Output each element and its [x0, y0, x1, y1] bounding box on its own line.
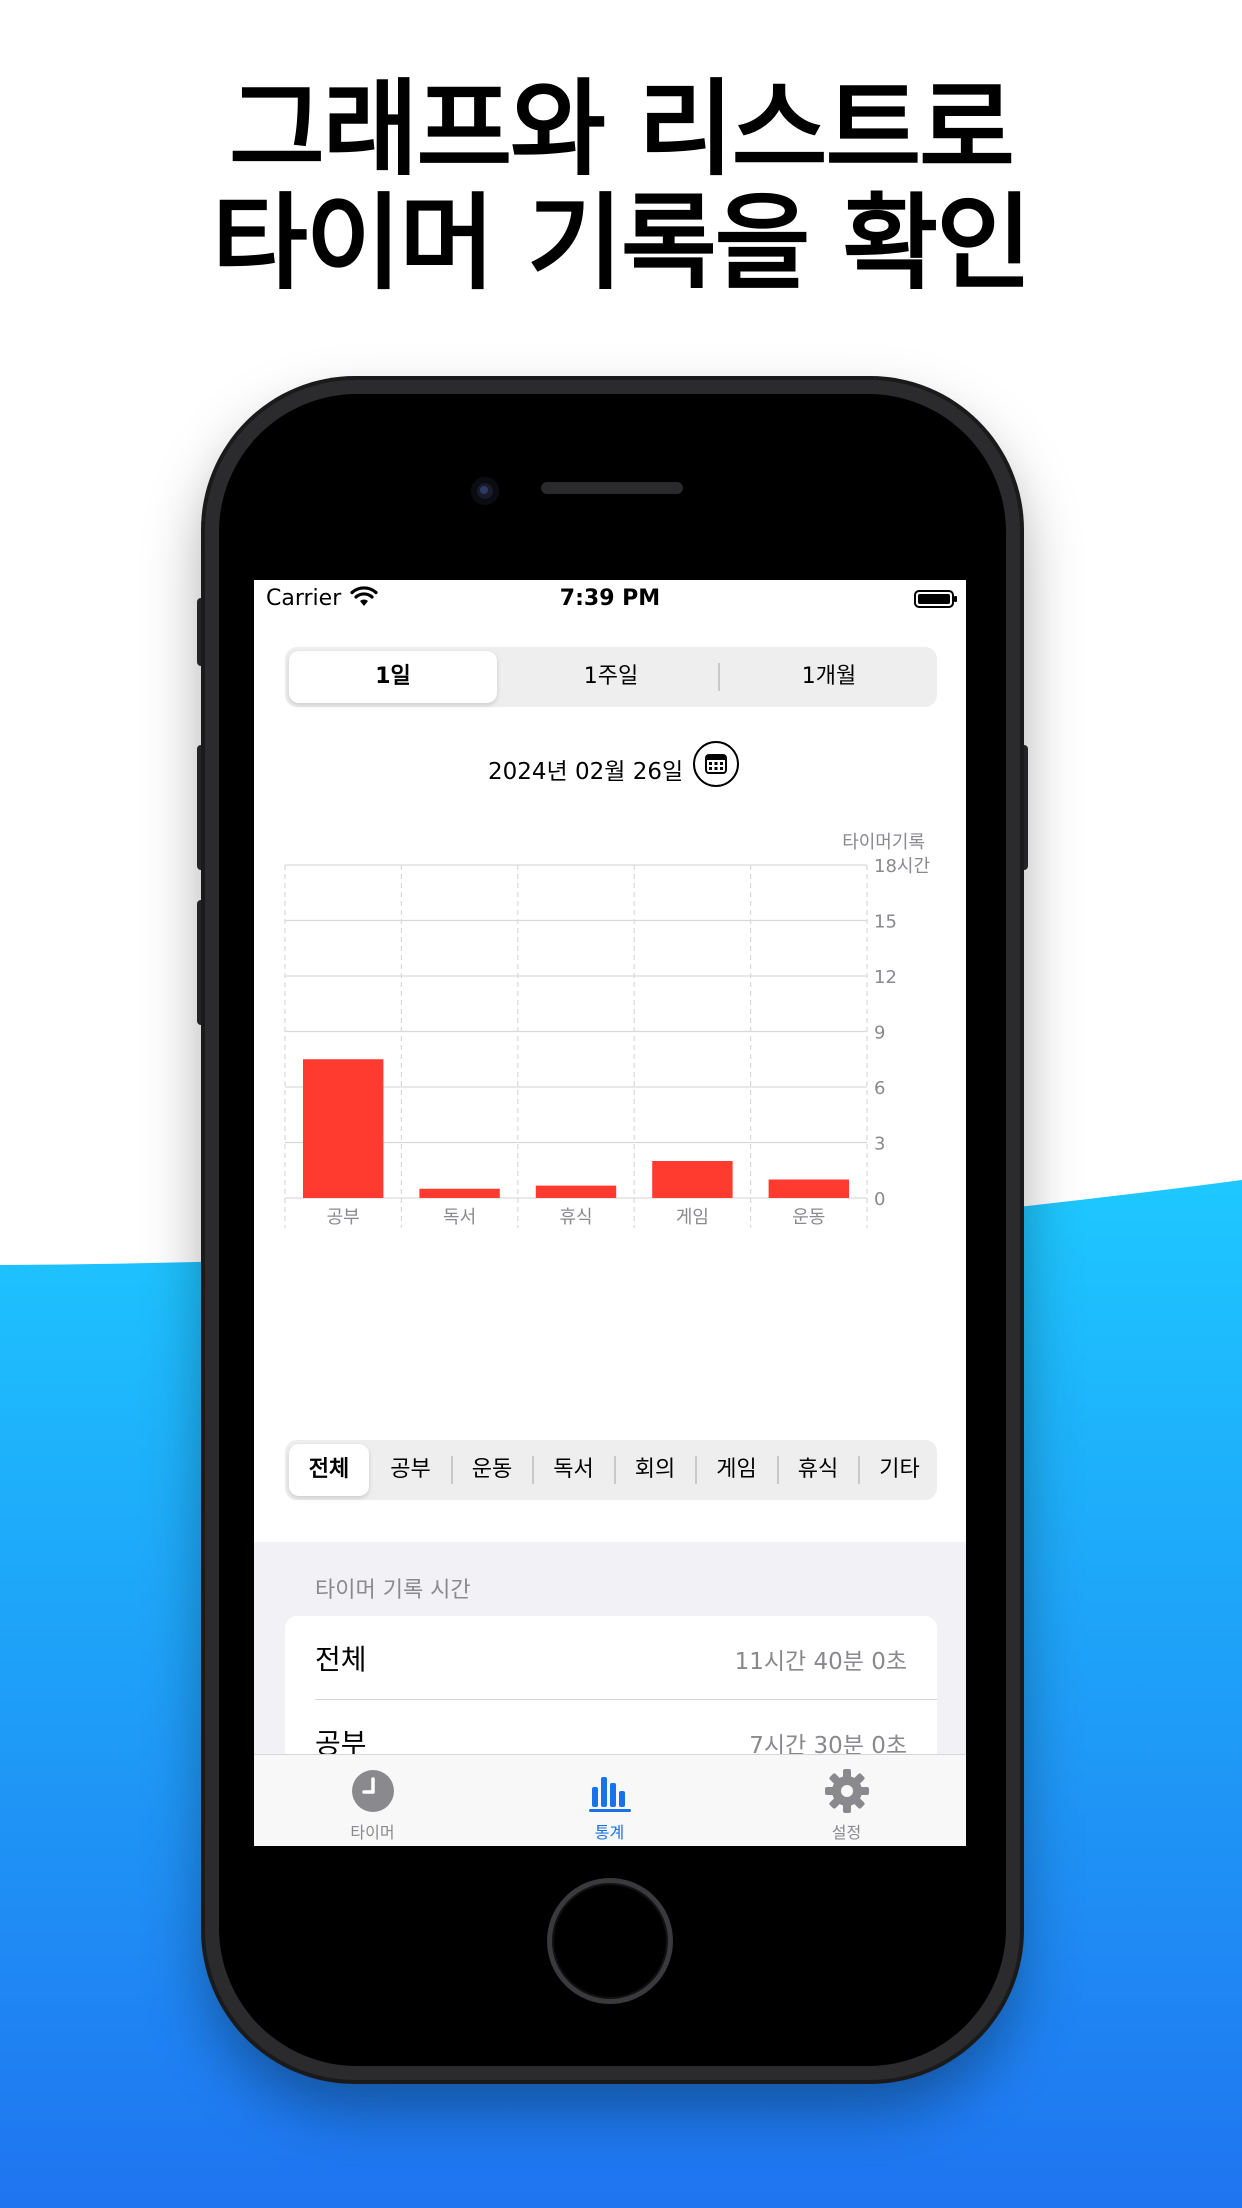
calendar-button[interactable] — [693, 741, 739, 787]
chart-bar — [768, 1179, 849, 1198]
y-tick-label: 18시간 — [874, 856, 930, 877]
tab-bar: 타이머 통계 설정 — [254, 1754, 966, 1846]
category-filter-option[interactable]: 독서 — [534, 1444, 614, 1496]
tab-label: 통계 — [594, 1823, 625, 1842]
front-camera — [471, 477, 499, 505]
category-filter-option[interactable]: 운동 — [452, 1444, 532, 1496]
category-filter-option[interactable]: 전체 — [289, 1444, 369, 1496]
segment-divider — [718, 663, 720, 691]
x-tick-label: 게임 — [676, 1207, 709, 1228]
y-tick-label: 0 — [874, 1189, 885, 1210]
tab-timer[interactable]: 타이머 — [254, 1755, 491, 1846]
calendar-icon — [705, 754, 727, 774]
y-tick-label: 12 — [874, 967, 897, 988]
tab-settings[interactable]: 설정 — [728, 1755, 965, 1846]
headline-line-2: 타이머 기록을 확인 — [212, 182, 1032, 304]
battery-icon — [914, 590, 957, 608]
home-button[interactable] — [547, 1878, 673, 2004]
y-axis-title: 타이머기록 — [842, 832, 925, 853]
period-option-1-month[interactable]: 1개월 — [725, 651, 933, 703]
x-tick-label: 운동 — [792, 1207, 825, 1228]
segment-divider — [695, 1456, 697, 1484]
status-bar: Carrier 7:39 PM — [254, 580, 966, 620]
tab-label: 타이머 — [350, 1823, 395, 1842]
y-tick-label: 9 — [874, 1023, 885, 1044]
record-row-label: 전체 — [315, 1643, 367, 1676]
clock-icon — [352, 1770, 394, 1812]
y-tick-label: 15 — [874, 912, 897, 933]
record-row-value: 11시간 40분 0초 — [734, 1649, 907, 1675]
record-row[interactable]: 전체 11시간 40분 0초 — [285, 1616, 937, 1700]
x-tick-label: 공부 — [327, 1207, 360, 1228]
segment-divider — [613, 1456, 616, 1484]
status-time: 7:39 PM — [559, 586, 661, 611]
chart-bar — [303, 1059, 384, 1198]
category-filter-option[interactable]: 공부 — [371, 1444, 451, 1496]
chart-bar — [652, 1161, 733, 1198]
chart-bar — [535, 1185, 617, 1198]
period-segmented-control: 1일 1주일 1개월 — [285, 647, 937, 707]
category-filter-option[interactable]: 휴식 — [778, 1444, 858, 1496]
y-tick-label: 3 — [874, 1134, 885, 1155]
selected-date: 2024년 02월 26일 — [488, 759, 684, 785]
segment-divider — [450, 1456, 453, 1484]
tab-statistics[interactable]: 통계 — [491, 1755, 728, 1846]
timer-record-chart: 타이머기록0369121518시간공부독서휴식게임운동분류 — [254, 820, 966, 1269]
x-tick-label: 독서 — [443, 1207, 476, 1228]
period-option-1-week[interactable]: 1주일 — [507, 651, 715, 703]
promo-headline: 그래프와 리스트로 타이머 기록을 확인 — [0, 72, 1242, 300]
app-screen: Carrier 7:39 PM 1일 1주일 1개월 2024년 02월 26일 — [254, 580, 966, 1846]
period-option-1-day[interactable]: 1일 — [289, 651, 497, 703]
category-filter-control: 전체 공부 운동 독서 회의 게임 휴식 기타 — [285, 1440, 937, 1500]
date-row: 2024년 02월 26일 — [254, 740, 966, 790]
x-tick-label: 휴식 — [559, 1207, 592, 1228]
category-filter-option[interactable]: 기타 — [860, 1444, 940, 1496]
segment-divider — [858, 1456, 860, 1484]
segment-divider — [776, 1456, 779, 1484]
bar-chart-icon — [589, 1777, 631, 1812]
bar-chart: 타이머기록0369121518시간공부독서휴식게임운동분류 — [284, 832, 930, 1269]
tab-label: 설정 — [831, 1823, 862, 1842]
segment-divider — [532, 1456, 534, 1484]
records-section-title: 타이머 기록 시간 — [315, 1578, 471, 1603]
category-filter-option[interactable]: 회의 — [615, 1444, 695, 1496]
category-filter-option[interactable]: 게임 — [697, 1444, 777, 1496]
chart-bar — [419, 1188, 500, 1198]
y-tick-label: 6 — [874, 1078, 885, 1099]
headline-line-1: 그래프와 리스트로 — [229, 68, 1015, 190]
gear-icon — [825, 1769, 869, 1813]
earpiece-speaker — [541, 482, 683, 494]
